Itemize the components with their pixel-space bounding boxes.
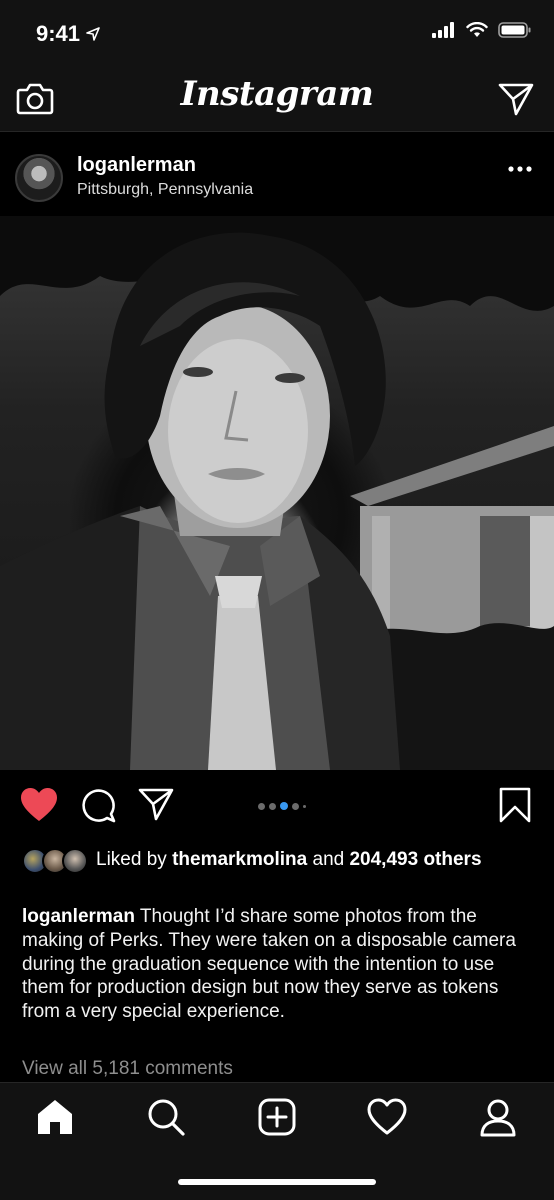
avatar (62, 848, 88, 874)
comment-bubble-icon[interactable] (80, 787, 116, 823)
photo-illustration (0, 216, 554, 770)
avatar[interactable] (15, 154, 63, 202)
wifi-icon (466, 22, 488, 37)
post-username[interactable]: loganlerman (77, 154, 196, 177)
post-header: loganlerman Pittsburgh, Pennsylvania (0, 139, 554, 215)
post-caption: loganlerman Thought I’d share some photo… (22, 905, 532, 1024)
post-actions (0, 770, 554, 840)
carousel-dot (303, 804, 306, 808)
instagram-logo: Instagram (180, 74, 374, 114)
carousel-dot (292, 802, 299, 810)
likes-suffix[interactable]: others (423, 849, 481, 870)
search-icon[interactable] (146, 1097, 186, 1137)
status-indicators (432, 22, 532, 38)
carousel-dot (258, 802, 265, 810)
bookmark-icon[interactable] (498, 787, 532, 823)
carousel-indicator (258, 802, 306, 810)
caption-username[interactable]: loganlerman (22, 906, 135, 927)
liker-avatars (22, 846, 92, 876)
paper-plane-icon[interactable] (138, 787, 174, 821)
post-location[interactable]: Pittsburgh, Pennsylvania (77, 181, 253, 199)
app-header: Instagram (0, 66, 554, 132)
ellipsis-icon[interactable] (508, 165, 532, 173)
person-icon[interactable] (478, 1097, 518, 1137)
plus-square-icon[interactable] (257, 1097, 297, 1137)
likes-count[interactable]: 204,493 (349, 849, 418, 870)
status-time: 9:41 (36, 21, 81, 46)
status-bar: 9:41 (0, 0, 554, 66)
status-time-group: 9:41 (36, 21, 100, 47)
heart-outline-icon[interactable] (367, 1097, 407, 1137)
view-all-comments-link[interactable]: View all 5,181 comments (22, 1058, 233, 1080)
carousel-dot-active (280, 802, 288, 810)
home-icon[interactable] (35, 1097, 75, 1137)
likes-joiner: and (312, 849, 345, 870)
likes-prefix: Liked by (96, 849, 167, 870)
likes-text: Liked by themarkmolina and 204,493 other… (96, 848, 536, 872)
post-photo[interactable] (0, 216, 554, 770)
battery-icon (498, 22, 531, 38)
paper-plane-icon[interactable] (498, 82, 534, 116)
cellular-signal-icon (432, 22, 454, 38)
location-arrow-icon (86, 27, 100, 41)
home-indicator[interactable] (178, 1179, 376, 1185)
liker-username[interactable]: themarkmolina (172, 849, 307, 870)
heart-filled-icon[interactable] (20, 787, 58, 823)
carousel-dot (269, 802, 276, 810)
